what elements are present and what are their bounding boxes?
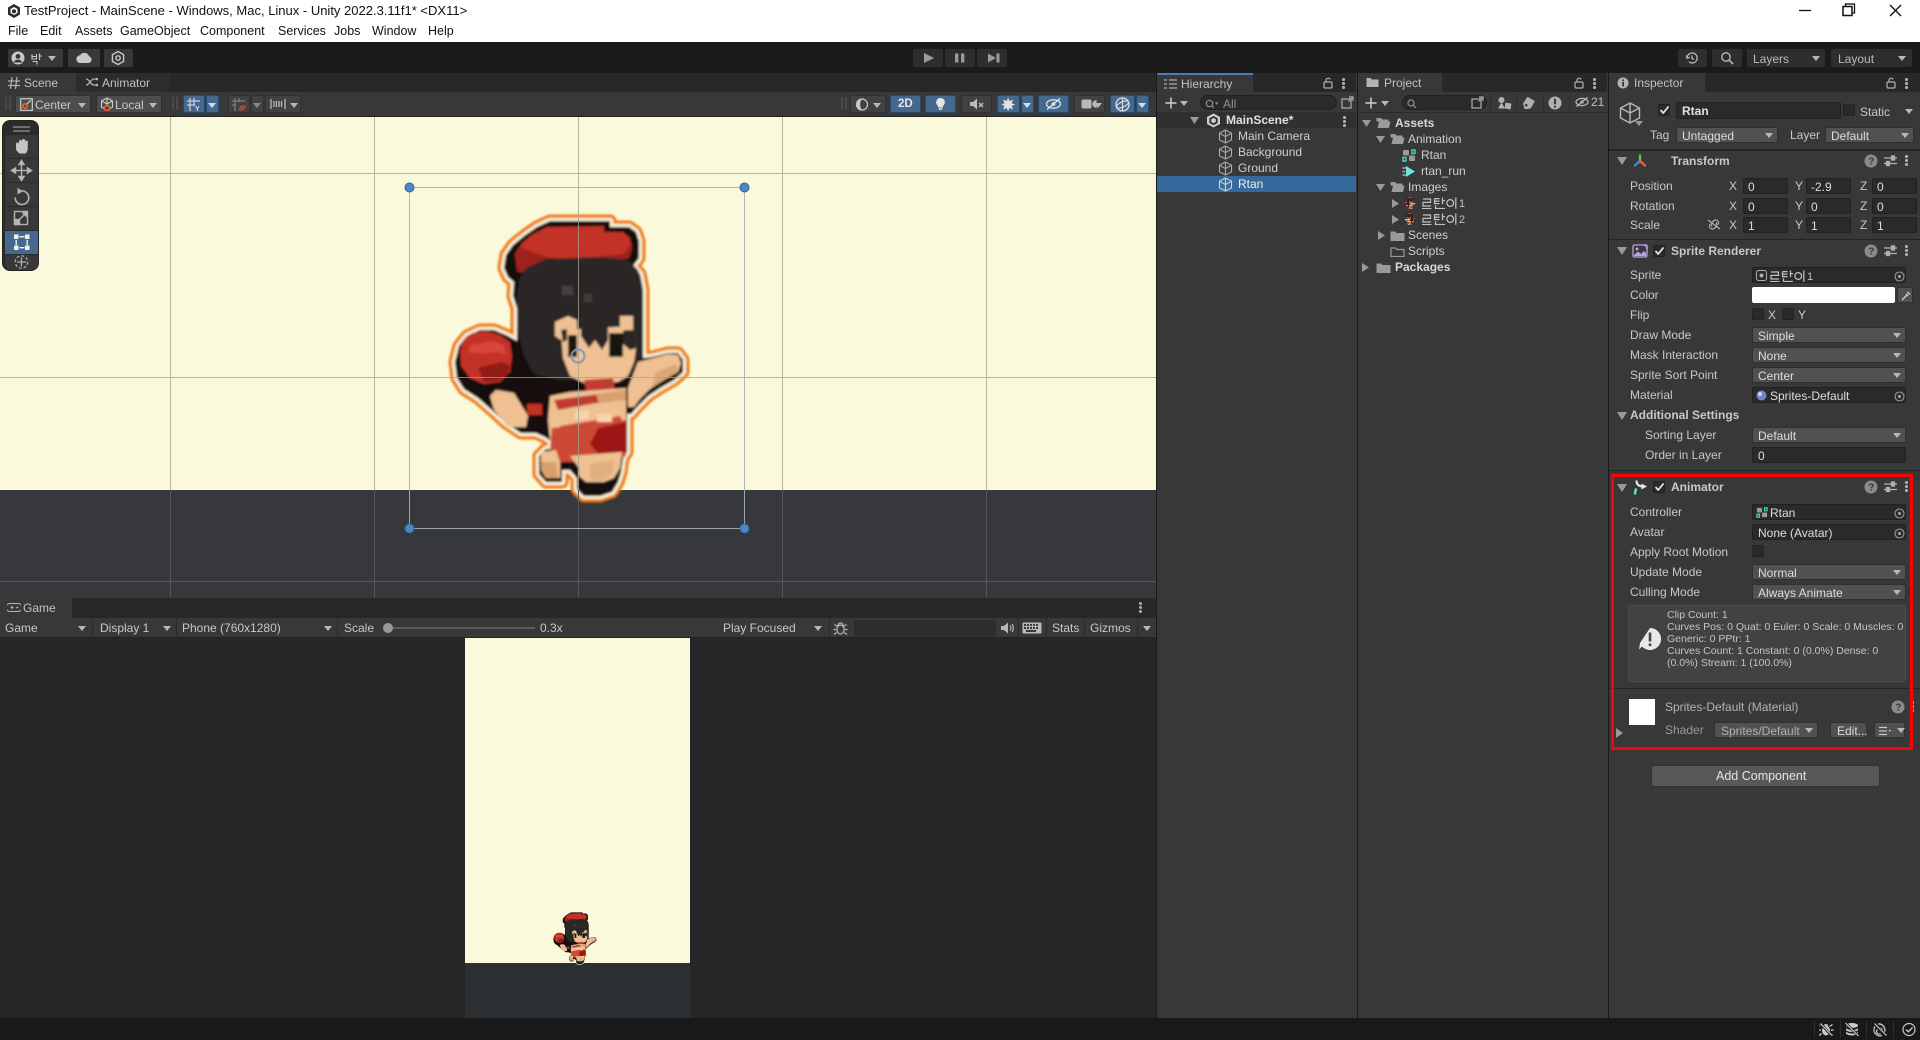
- svg-text:1: 1: [1459, 198, 1465, 209]
- svg-text:?: ?: [1868, 157, 1874, 168]
- svg-text:?: ?: [1868, 247, 1874, 258]
- svg-text:Y: Y: [195, 106, 200, 112]
- svg-text:1: 1: [1807, 271, 1813, 282]
- svg-text:2: 2: [1459, 214, 1465, 225]
